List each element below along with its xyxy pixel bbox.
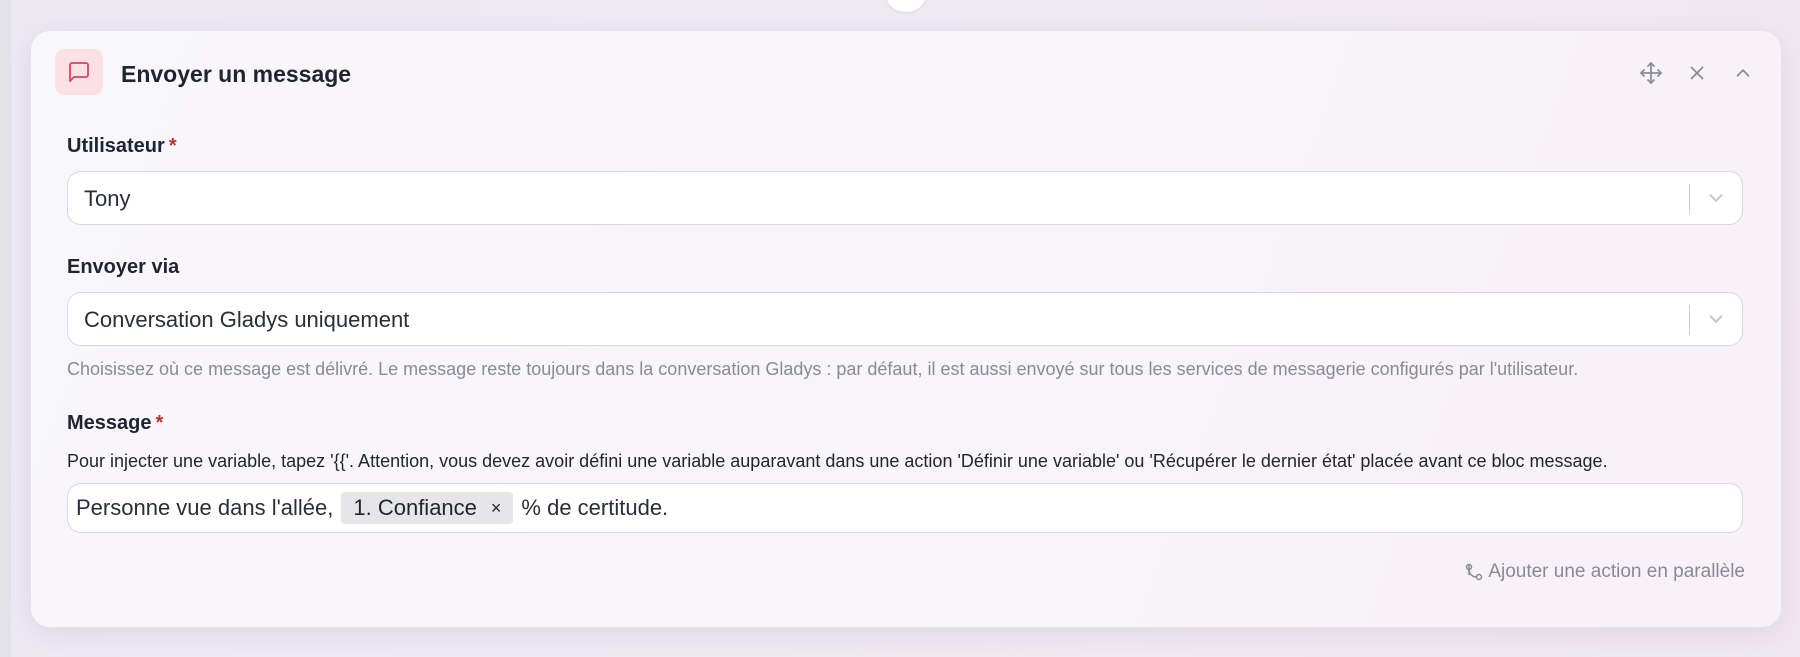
message-field-label: Message * (67, 412, 163, 435)
chevron-down-icon[interactable] (1704, 186, 1728, 210)
add-parallel-action-link[interactable]: Ajouter une action en parallèle (1464, 561, 1745, 583)
user-select-value: Tony (84, 186, 131, 211)
message-label-text: Message (67, 412, 152, 434)
user-select[interactable]: Tony (67, 171, 1743, 225)
close-icon[interactable] (1683, 59, 1711, 87)
send-via-select[interactable]: Conversation Gladys uniquement (67, 292, 1743, 346)
required-mark: * (155, 412, 164, 434)
add-parallel-action-label: Ajouter une action en parallèle (1488, 561, 1745, 582)
chevron-down-icon[interactable] (1704, 307, 1728, 331)
connector-handle[interactable] (887, 0, 925, 12)
message-text-before: Personne vue dans l'allée, (76, 495, 334, 520)
variable-tag[interactable]: 1. Confiance × (341, 492, 514, 524)
user-label-text: Utilisateur (67, 135, 165, 157)
send-via-select-value: Conversation Gladys uniquement (84, 307, 410, 332)
git-branch-icon (1466, 563, 1483, 581)
message-square-icon (55, 49, 103, 95)
card-header: Envoyer un message (55, 49, 1757, 97)
message-variable-info: Pour injecter une variable, tapez '{{'. … (67, 451, 1608, 471)
send-via-field-label: Envoyer via (67, 256, 180, 278)
send-via-help-text: Choisissez où ce message est délivré. Le… (67, 359, 1579, 379)
move-arrows-icon[interactable] (1637, 59, 1665, 87)
variable-tag-label: 1. Confiance (353, 495, 477, 520)
chevron-up-icon[interactable] (1729, 59, 1757, 87)
message-text-after: % de certitude. (521, 495, 669, 520)
message-input[interactable]: Personne vue dans l'allée, 1. Confiance … (67, 483, 1743, 533)
select-separator (1689, 184, 1690, 214)
user-field-label: Utilisateur * (67, 135, 177, 158)
card-title: Envoyer un message (121, 61, 352, 87)
required-mark: * (168, 135, 177, 157)
select-separator (1689, 305, 1690, 335)
left-panel-edge (0, 0, 11, 657)
send-message-action-card: Envoyer un message Utilisateur * Tony En… (30, 30, 1782, 628)
remove-variable-icon[interactable]: × (491, 498, 502, 519)
